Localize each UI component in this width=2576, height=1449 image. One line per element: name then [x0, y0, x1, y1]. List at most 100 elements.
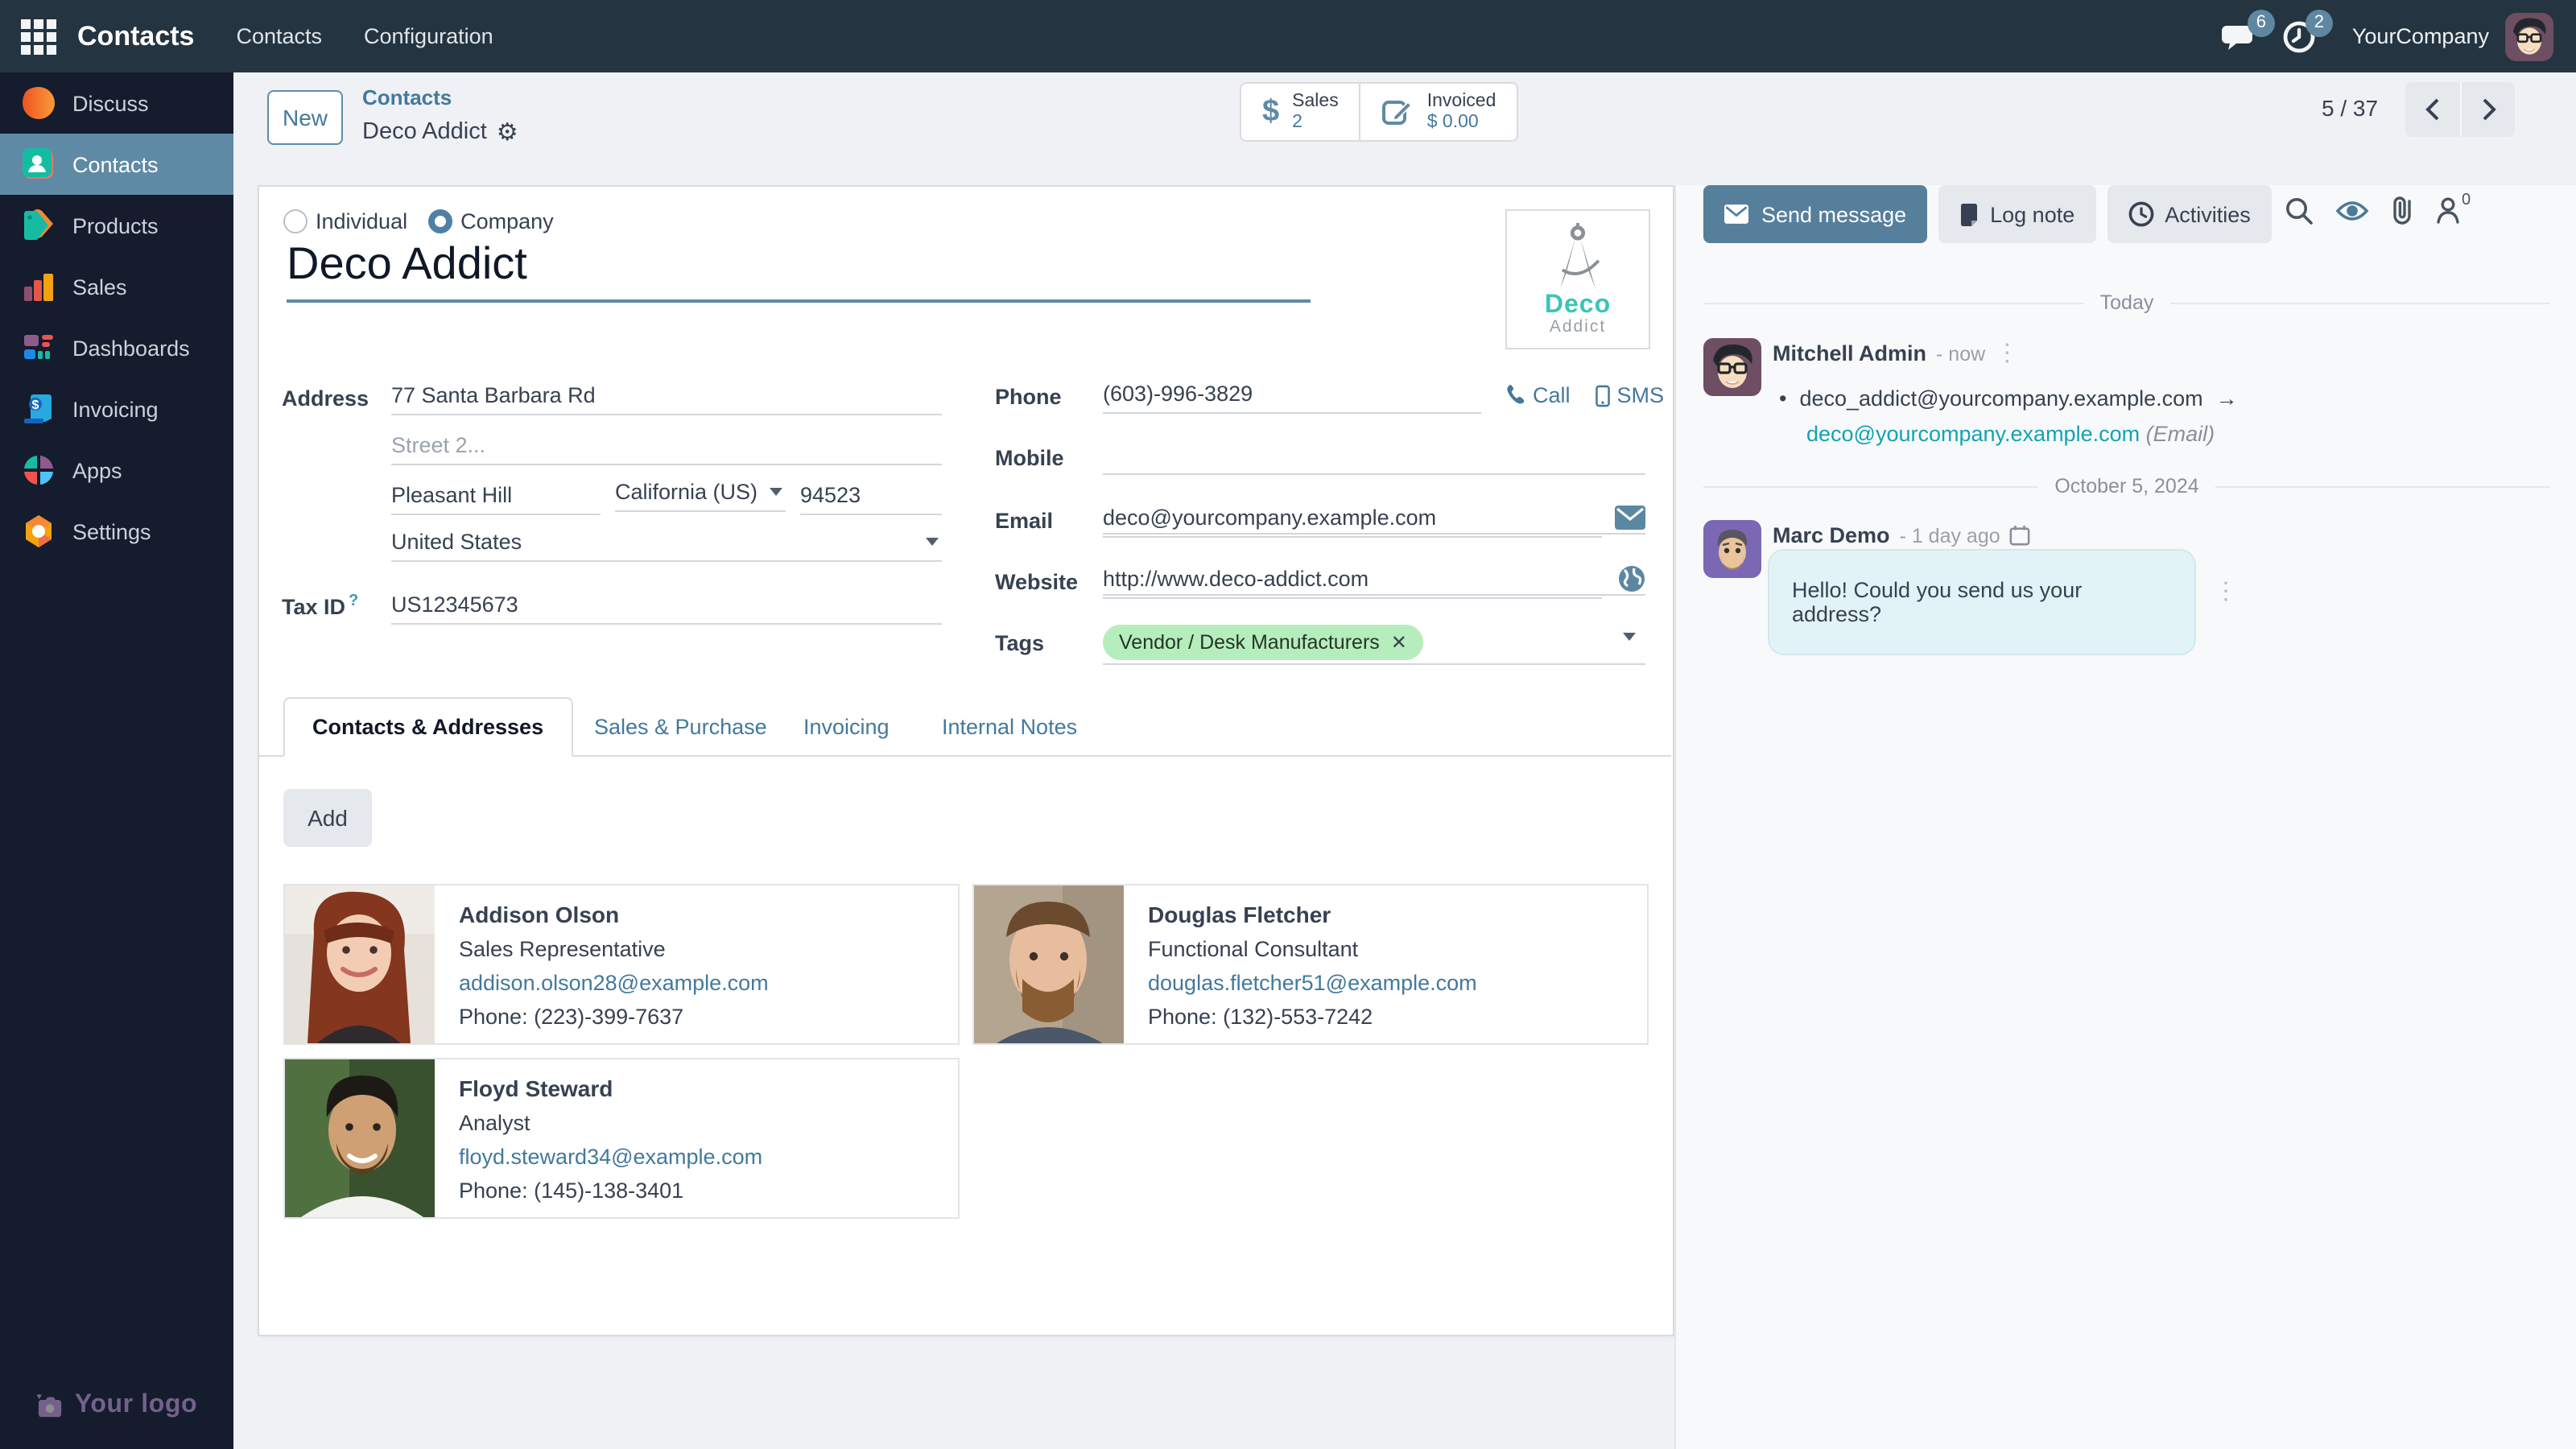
- eye-icon[interactable]: [2336, 196, 2368, 225]
- tab-sales-purchase[interactable]: Sales & Purchase: [567, 697, 795, 757]
- sidebar-item-settings[interactable]: Settings: [0, 501, 233, 562]
- messages-icon[interactable]: 6: [2220, 15, 2262, 57]
- apps-grid-icon[interactable]: [21, 19, 56, 54]
- mobile-icon: [1596, 384, 1611, 407]
- message-author-avatar[interactable]: [1703, 338, 1761, 396]
- message-header: Marc Demo - 1 day ago: [1773, 523, 2031, 547]
- search-messages-icon[interactable]: [2285, 196, 2314, 225]
- log-note-button[interactable]: Log note: [1938, 185, 2095, 243]
- company-radio-circle[interactable]: [428, 209, 452, 233]
- mobile-input[interactable]: [1103, 440, 1645, 475]
- tracking-new-value[interactable]: deco@yourcompany.example.com: [1806, 422, 2140, 446]
- sidebar-item-sales[interactable]: Sales: [0, 256, 233, 317]
- message-header: Mitchell Admin - now ⋮: [1773, 341, 2019, 365]
- send-email-icon[interactable]: [1615, 506, 1645, 535]
- country-select[interactable]: United States: [391, 526, 942, 562]
- state-value: California (US): [615, 480, 758, 504]
- street-input[interactable]: [391, 380, 942, 415]
- tag-remove-icon[interactable]: ✕: [1391, 631, 1407, 654]
- message-author[interactable]: Marc Demo: [1773, 523, 1890, 547]
- contact-role: Functional Consultant: [1148, 932, 1477, 966]
- sidebar-item-discuss[interactable]: Discuss: [0, 72, 233, 134]
- breadcrumb-parent[interactable]: Contacts: [362, 85, 452, 109]
- tags-field[interactable]: Vendor / Desk Manufacturers ✕: [1103, 625, 1423, 660]
- breadcrumb-current: Deco Addict: [362, 119, 487, 145]
- sidebar-label: Invoicing: [72, 397, 159, 421]
- sidebar-item-invoicing[interactable]: $ Invoicing: [0, 378, 233, 440]
- contact-email-link[interactable]: addison.olson28@example.com: [459, 966, 769, 1000]
- sidebar-item-apps[interactable]: Apps: [0, 440, 233, 501]
- tax-id-input[interactable]: [391, 589, 942, 625]
- send-message-button[interactable]: Send message: [1703, 185, 1927, 243]
- paperclip-icon[interactable]: [2391, 195, 2413, 225]
- company-radio[interactable]: Company: [428, 209, 554, 233]
- invoiced-stat-label: Invoiced: [1427, 91, 1496, 112]
- phone-actions: Call SMS: [1505, 383, 1664, 407]
- sms-link[interactable]: SMS: [1596, 383, 1665, 407]
- phone-icon: [1505, 385, 1526, 406]
- dollar-icon: $: [1262, 94, 1279, 130]
- call-link[interactable]: Call: [1505, 383, 1571, 407]
- sales-stat-button[interactable]: $ Sales 2: [1241, 84, 1360, 140]
- zip-input[interactable]: [800, 480, 942, 515]
- company-switcher[interactable]: YourCompany: [2352, 24, 2489, 48]
- pager-next-button[interactable]: [2460, 82, 2515, 137]
- tab-internal-notes[interactable]: Internal Notes: [914, 697, 1104, 757]
- contact-card-douglas[interactable]: Douglas Fletcher Functional Consultant d…: [972, 884, 1649, 1045]
- message-menu-icon[interactable]: ⋮: [2214, 584, 2238, 601]
- new-button[interactable]: New: [267, 90, 343, 145]
- calendar-icon[interactable]: [2010, 525, 2031, 546]
- individual-radio-circle[interactable]: [283, 209, 308, 233]
- message-author[interactable]: Mitchell Admin: [1773, 341, 1926, 365]
- state-select[interactable]: California (US): [615, 477, 786, 512]
- tag-chip-label: Vendor / Desk Manufacturers: [1119, 631, 1380, 654]
- help-icon[interactable]: ?: [349, 592, 358, 610]
- contact-card-floyd[interactable]: Floyd Steward Analyst floyd.steward34@ex…: [283, 1058, 960, 1219]
- company-name-input[interactable]: [287, 238, 1311, 303]
- tags-dropdown[interactable]: [1623, 641, 1636, 665]
- sidebar-label: Apps: [72, 458, 122, 482]
- followers-icon[interactable]: 0: [2436, 196, 2471, 224]
- individual-radio[interactable]: Individual: [283, 209, 407, 233]
- pager-previous-button[interactable]: [2405, 82, 2460, 137]
- products-icon: [19, 206, 58, 245]
- activities-icon[interactable]: 2: [2278, 15, 2320, 57]
- activities-button[interactable]: Activities: [2107, 185, 2272, 243]
- add-contact-button[interactable]: Add: [283, 789, 372, 847]
- message-menu-icon[interactable]: ⋮: [1995, 345, 2019, 361]
- invoiced-stat-button[interactable]: Invoiced $ 0.00: [1360, 84, 1517, 140]
- message-author-avatar[interactable]: [1703, 520, 1761, 578]
- tab-invoicing[interactable]: Invoicing: [776, 697, 917, 757]
- contact-photo: [285, 1059, 435, 1217]
- menu-contacts[interactable]: Contacts: [236, 24, 322, 48]
- sales-stat-value: 2: [1292, 112, 1339, 133]
- tab-contacts-addresses[interactable]: Contacts & Addresses: [283, 697, 572, 757]
- website-label: Website: [995, 570, 1078, 594]
- app-title[interactable]: Contacts: [77, 20, 194, 52]
- sidebar-item-dashboards[interactable]: Dashboards: [0, 317, 233, 378]
- invoicing-icon: $: [19, 390, 58, 428]
- globe-icon[interactable]: [1618, 565, 1645, 597]
- contact-email-link[interactable]: floyd.steward34@example.com: [459, 1140, 762, 1174]
- camera-icon: [36, 1393, 65, 1418]
- gear-icon[interactable]: ⚙: [497, 118, 518, 147]
- sidebar-label: Products: [72, 213, 159, 237]
- city-input[interactable]: [391, 480, 601, 515]
- individual-radio-label: Individual: [316, 209, 407, 233]
- company-logo[interactable]: Deco Addict: [1505, 209, 1650, 349]
- contact-email-link[interactable]: douglas.fletcher51@example.com: [1148, 966, 1477, 1000]
- chevron-left-icon: [2423, 98, 2442, 121]
- chevron-down-icon: [770, 488, 782, 496]
- street2-input[interactable]: [391, 430, 942, 465]
- phone-input[interactable]: [1103, 378, 1481, 414]
- chatter-panel: Send message Log note Activities: [1674, 185, 2576, 1449]
- menu-configuration[interactable]: Configuration: [364, 24, 493, 48]
- user-avatar[interactable]: [2505, 12, 2553, 60]
- bullet-icon: •: [1779, 386, 1786, 411]
- your-logo[interactable]: Your logo: [0, 1391, 233, 1420]
- contact-card-addison[interactable]: Addison Olson Sales Representative addis…: [283, 884, 960, 1045]
- sales-stat-label: Sales: [1292, 91, 1339, 112]
- contact-name: Addison Olson: [459, 898, 769, 932]
- sidebar-item-contacts[interactable]: Contacts: [0, 134, 233, 195]
- sidebar-item-products[interactable]: Products: [0, 195, 233, 256]
